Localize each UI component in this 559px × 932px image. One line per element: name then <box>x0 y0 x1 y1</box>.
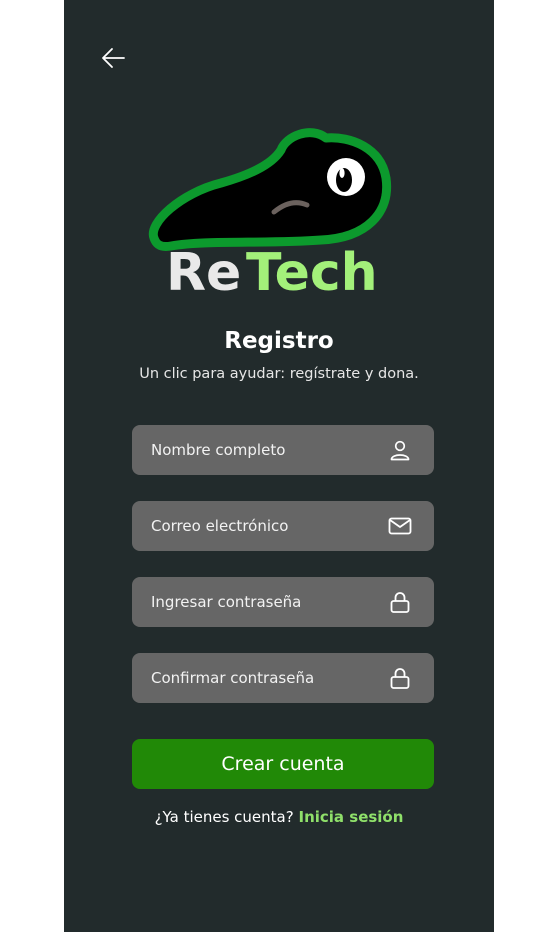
back-button[interactable] <box>100 44 128 72</box>
mail-icon <box>388 517 412 535</box>
login-prompt-text: ¿Ya tienes cuenta? <box>154 808 294 826</box>
page-title: Registro <box>224 328 334 354</box>
confirm-password-field[interactable]: Confirmar contraseña <box>132 653 434 703</box>
login-prompt: ¿Ya tienes cuenta? Inicia sesión <box>64 808 494 826</box>
user-icon <box>390 440 410 461</box>
confirm-password-placeholder: Confirmar contraseña <box>151 669 315 687</box>
logo-text-tech: Tech <box>246 243 378 300</box>
register-screen: Re Tech Registro Un clic para ayudar: re… <box>64 0 494 932</box>
email-placeholder: Correo electrónico <box>151 517 289 535</box>
login-link[interactable]: Inicia sesión <box>298 808 403 826</box>
lock-icon <box>390 592 410 613</box>
arrow-left-icon <box>102 48 125 68</box>
password-placeholder: Ingresar contraseña <box>151 593 302 611</box>
email-field[interactable]: Correo electrónico <box>132 501 434 551</box>
create-account-button[interactable]: Crear cuenta <box>132 739 434 789</box>
retech-logo: Re Tech <box>146 128 398 303</box>
page-subtitle: Un clic para ayudar: regístrate y dona. <box>139 366 419 382</box>
lock-icon <box>390 668 410 689</box>
logo-text-re: Re <box>166 243 241 300</box>
full-name-placeholder: Nombre completo <box>151 441 286 459</box>
full-name-field[interactable]: Nombre completo <box>132 425 434 475</box>
password-field[interactable]: Ingresar contraseña <box>132 577 434 627</box>
